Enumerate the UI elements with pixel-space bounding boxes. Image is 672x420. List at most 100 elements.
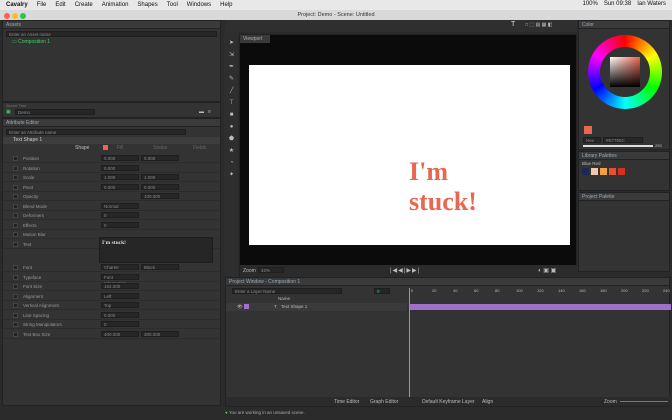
canvas-text[interactable]: I'm stuck! [409,157,477,217]
attribute-value[interactable]: 0 [101,321,139,327]
timeline-zoom-slider[interactable] [620,401,668,402]
attribute-value[interactable]: 0.000 [101,155,139,161]
attribute-value-2[interactable]: 1.000 [141,174,179,180]
menu-help[interactable]: Help [220,2,232,8]
time-ruler[interactable]: 0 20 40 60 80 100 120 140 160 180 200 220 240 [409,286,671,296]
keyframe-layer-combo[interactable]: Default Keyframe Layer [422,399,475,405]
visibility-icon[interactable]: 👁 [237,304,243,310]
keyframe-toggle[interactable] [13,293,18,299]
view-mode-icons[interactable]: □ ⬚ ▤ ▦ ◧ [525,22,552,28]
attribute-value[interactable]: 0.000 [101,183,139,190]
attribute-value[interactable]: 400.000 [101,330,139,337]
attribute-value-2[interactable]: 0.000 [141,155,179,161]
palette-swatch[interactable] [609,168,616,175]
attribute-search-input[interactable]: Enter an Attribute name [6,129,186,135]
menu-edit[interactable]: Edit [55,2,65,8]
keyframe-toggle[interactable] [13,265,18,270]
attribute-value[interactable]: Font Information... [101,273,139,286]
align-button[interactable]: Align [482,399,493,405]
tab-time-editor[interactable]: Time Editor [334,399,359,405]
palette-swatch[interactable] [591,168,598,175]
line-tool-icon[interactable]: ╱ [228,88,235,95]
star-tool-icon[interactable]: ★ [228,148,235,155]
rect-tool-icon[interactable]: ■ [228,112,235,119]
frame-input[interactable]: 0 [374,288,390,294]
attribute-value-2[interactable]: 300.000 [141,330,179,337]
app-menu[interactable]: Cavalry [6,2,28,8]
attribute-value[interactable]: Top [101,302,139,308]
select-tool-icon[interactable]: ➤ [228,40,235,47]
keyframe-toggle[interactable] [13,312,18,318]
keyframe-toggle[interactable] [13,213,18,218]
palette-name[interactable]: Blue Red [579,161,669,166]
attribute-value[interactable]: 0 [101,212,139,218]
tab-stroke[interactable]: Stroke [153,145,167,151]
fill-swatch[interactable] [103,145,108,150]
palette-swatch[interactable] [600,168,607,175]
keyframe-toggle[interactable] [13,331,18,337]
attribute-value[interactable]: Left [101,292,139,299]
arc-tool-icon[interactable]: ◔ [228,160,235,167]
layer-header[interactable]: Text Shape 1 [3,137,220,144]
keyframe-toggle[interactable] [13,194,18,199]
keyframe-toggle[interactable] [13,241,18,247]
menu-animation[interactable]: Animation [102,2,129,8]
user-label[interactable]: Ian Waters [637,1,666,7]
direct-select-icon[interactable]: ⇲ [228,52,235,59]
menu-windows[interactable]: Windows [187,2,211,8]
timeline-layer-row[interactable]: 👁 T Text Shape 1 [226,303,407,311]
spiral-tool-icon[interactable]: ✦ [228,172,235,179]
menu-file[interactable]: File [37,2,47,8]
palette-swatch[interactable] [582,168,589,175]
canvas[interactable]: I'm stuck! [249,65,570,245]
current-color-swatch[interactable] [584,126,592,134]
keyframe-toggle[interactable] [13,274,18,280]
keyframe-toggle[interactable] [13,184,18,190]
layer-search-input[interactable]: Enter a Layer Name [232,288,342,294]
hex-input[interactable]: #E7765C [603,137,643,143]
color-wheel[interactable] [588,35,662,109]
attribute-value-2[interactable]: 100.000 [141,193,179,199]
tab-shape[interactable]: Shape [75,145,89,151]
keyframe-toggle[interactable] [13,303,18,308]
attribute-value[interactable]: 0 [101,221,139,228]
attribute-value[interactable]: 0.000 [101,164,139,171]
zoom-combo[interactable]: 42% [258,267,284,273]
pen-tool-icon[interactable]: ✒ [228,64,235,71]
palette-swatch[interactable] [618,168,625,175]
playhead[interactable] [409,288,410,398]
alpha-slider[interactable] [583,145,653,147]
keyframe-toggle[interactable] [13,232,18,237]
keyframe-toggle[interactable] [13,165,18,171]
layer-time-bar[interactable] [409,304,671,310]
attribute-value-2[interactable]: 0.000 [141,183,179,190]
ellipse-tool-icon[interactable]: ● [228,124,235,131]
attribute-value-2[interactable]: Black [141,264,179,270]
keyframe-toggle[interactable] [13,222,18,228]
color-square[interactable] [610,57,640,87]
attribute-value[interactable]: Charter [101,264,139,270]
keyframe-toggle[interactable] [13,175,18,180]
menu-create[interactable]: Create [75,2,93,8]
menu-shapes[interactable]: Shapes [137,2,157,8]
text-tool-icon[interactable]: T [228,100,235,107]
text-value-field[interactable]: I'm stuck! [99,237,213,263]
attribute-value[interactable]: Normal [101,202,139,209]
attribute-value[interactable]: 0.000 [101,311,139,318]
attribute-value[interactable]: 1.000 [101,174,139,180]
keyframe-toggle[interactable] [13,284,18,289]
viewport-options-icon[interactable]: ◐ ▣ ▣ [538,267,556,274]
color-mode-combo[interactable]: Hex [583,137,601,143]
keyframe-toggle[interactable] [13,156,18,161]
tab-fields[interactable]: Fields [193,145,206,151]
tree-options-icon[interactable]: ≡ [208,109,211,115]
playback-controls-icon[interactable]: |◀◀|▶▶| [390,267,420,274]
asset-search-input[interactable]: Enter an Asset name [6,31,217,37]
pencil-tool-icon[interactable]: ✎ [228,76,235,83]
folder-icon[interactable]: ▬ [199,109,204,115]
scene-tree-combo[interactable]: Demo [15,109,95,115]
menu-tool[interactable]: Tool [167,2,178,8]
asset-item-composition[interactable]: ▭ Composition 1 [3,39,220,45]
keyframe-toggle[interactable] [13,203,18,209]
text-mode-icon[interactable]: T [511,21,515,28]
